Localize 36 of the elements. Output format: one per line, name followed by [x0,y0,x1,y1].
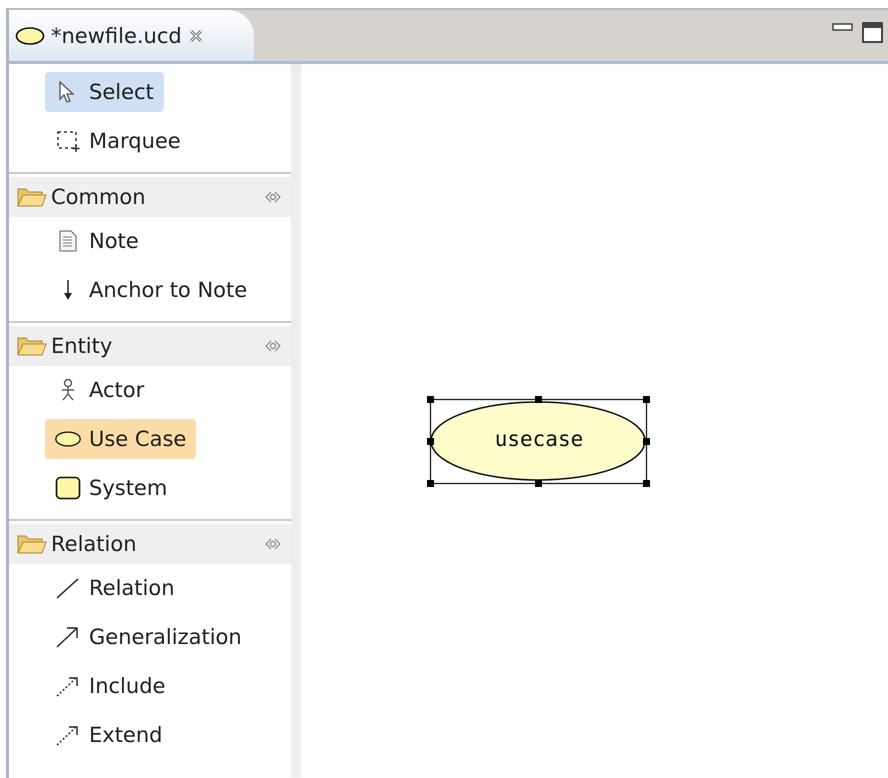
pin-icon[interactable] [265,538,281,550]
document-icon [59,230,77,252]
palette-tool[interactable]: Extend [45,715,172,755]
ellipse-icon [15,26,45,46]
minimize-icon[interactable] [832,22,854,32]
editor-tab[interactable]: *newfile.ucd [9,10,254,61]
palette-tool[interactable]: Note [45,221,149,261]
folder-icon [17,186,47,208]
ellipse-icon [55,429,81,449]
palette-tool[interactable]: Generalization [45,617,252,657]
dashed-rectangle-icon [56,129,80,153]
arrow-icon [56,626,80,648]
palette-tool[interactable]: Anchor to Note [45,270,258,310]
drawer-header[interactable]: Entity [9,326,291,366]
rounded-square-icon [55,476,81,500]
palette-tool[interactable]: Include [45,666,176,706]
maximize-icon[interactable] [862,22,884,44]
pin-icon[interactable] [265,340,281,352]
palette-tool[interactable]: System [45,468,178,508]
line-icon [56,577,80,599]
usecase-label: usecase [494,427,584,451]
folder-icon [17,335,47,357]
stick-figure-icon [60,378,76,402]
palette-tool[interactable]: Relation [45,568,184,608]
down-arrow-icon [61,279,75,301]
folder-icon [17,533,47,555]
palette-tool[interactable]: Use Case [45,419,196,459]
dotted-arrow-icon [56,724,80,746]
palette-tool[interactable]: Actor [45,370,154,410]
close-icon[interactable] [188,28,204,44]
palette-tool[interactable]: Marquee [45,121,191,161]
dotted-arrow-icon [56,675,80,697]
pin-icon[interactable] [265,191,281,203]
drawer-header[interactable]: Common [9,177,291,217]
palette-tool[interactable]: Select [45,72,164,112]
drawer-header[interactable]: Relation [9,524,291,564]
